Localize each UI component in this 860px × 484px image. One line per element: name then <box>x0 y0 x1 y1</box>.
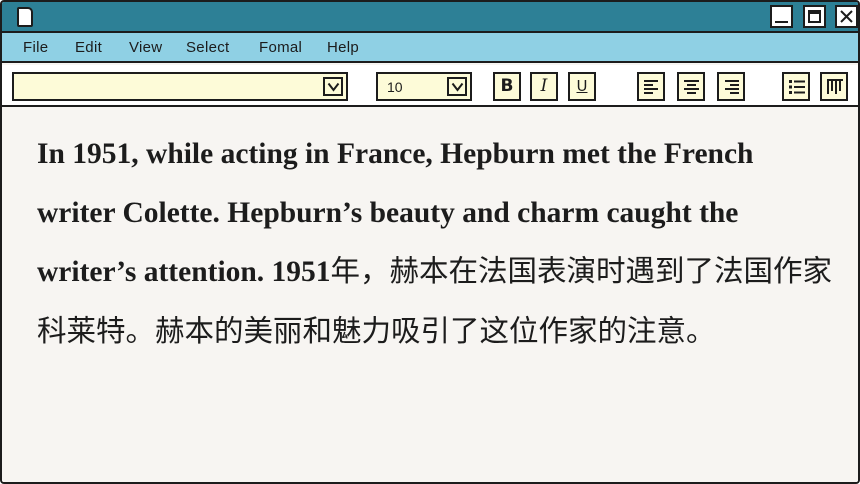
columns-icon <box>827 79 843 94</box>
font-size-value: 10 <box>387 79 403 95</box>
align-left-button[interactable] <box>637 72 665 101</box>
menu-view[interactable]: View <box>129 39 162 56</box>
menu-bar: File Edit View Select Fomal Help <box>2 33 858 63</box>
align-center-button[interactable] <box>677 72 705 101</box>
font-size-dropdown-button[interactable] <box>447 77 467 96</box>
formatting-toolbar: 10 B I U <box>2 65 858 107</box>
document-area[interactable]: In 1951, while acting in France, Hepburn… <box>2 107 858 482</box>
align-right-icon <box>725 80 739 94</box>
menu-file[interactable]: File <box>23 39 48 56</box>
menu-help[interactable]: Help <box>327 39 359 56</box>
menu-edit[interactable]: Edit <box>75 39 102 56</box>
close-icon <box>840 10 853 23</box>
underline-button[interactable]: U <box>568 72 596 101</box>
align-left-icon <box>644 80 658 94</box>
font-family-dropdown-button[interactable] <box>323 77 343 96</box>
bulleted-list-button[interactable] <box>782 72 810 101</box>
document-paragraph: In 1951, while acting in France, Hepburn… <box>37 125 837 361</box>
maximize-button[interactable] <box>803 5 826 28</box>
menu-format[interactable]: Fomal <box>259 39 302 56</box>
document-icon <box>17 7 33 27</box>
font-family-select[interactable] <box>12 72 348 101</box>
align-center-icon <box>684 80 699 94</box>
font-size-select[interactable]: 10 <box>376 72 472 101</box>
minimize-button[interactable] <box>770 5 793 28</box>
columns-button[interactable] <box>820 72 848 101</box>
close-button[interactable] <box>835 5 858 28</box>
editor-window: File Edit View Select Fomal Help 10 B I <box>0 0 860 484</box>
menu-select[interactable]: Select <box>186 39 230 56</box>
italic-button[interactable]: I <box>530 72 558 101</box>
title-bar[interactable] <box>2 2 858 33</box>
bold-button[interactable]: B <box>493 72 521 101</box>
bulleted-list-icon <box>789 80 805 94</box>
chevron-down-icon <box>327 82 340 92</box>
chevron-down-icon <box>451 82 464 92</box>
align-right-button[interactable] <box>717 72 745 101</box>
